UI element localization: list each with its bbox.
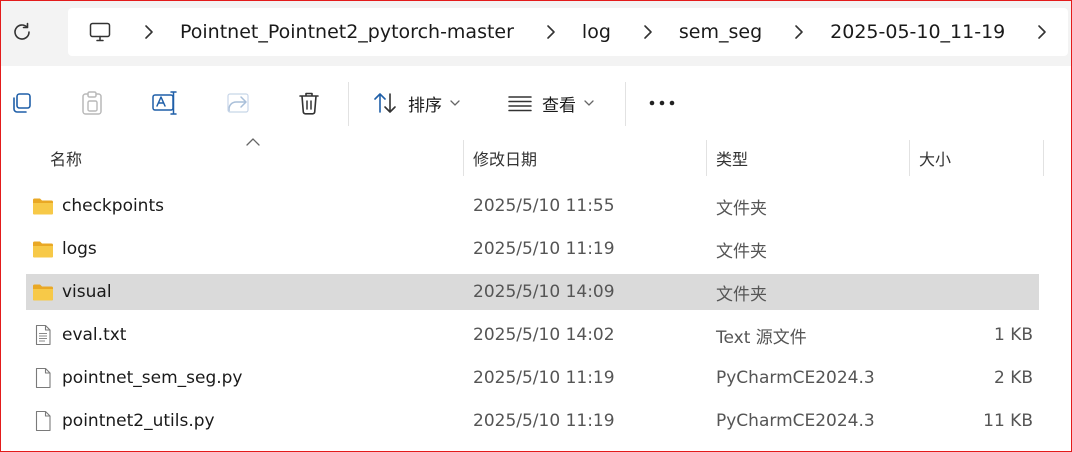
breadcrumb: Pointnet_Pointnet2_pytorch-master log se…: [88, 12, 1072, 52]
file-name: pointnet_sem_seg.py: [62, 368, 243, 388]
file-type: 文件夹: [716, 284, 767, 305]
rename-button[interactable]: [151, 88, 179, 118]
view-list-icon: [508, 96, 532, 112]
chevron-right-icon[interactable]: [639, 23, 657, 41]
folder-icon: [33, 284, 53, 301]
file-row-selected[interactable]: visual 2025/5/10 14:09 文件夹: [26, 274, 1039, 310]
file-row[interactable]: eval.txt 2025/5/10 14:02 Text 源文件 1 KB: [26, 317, 1039, 353]
file-modified: 2025/5/10 11:19: [473, 239, 615, 259]
chevron-down-icon: [450, 100, 460, 106]
column-header-name[interactable]: 名称: [50, 136, 82, 180]
view-label: 查看: [542, 95, 576, 116]
toolbar-divider: [625, 82, 626, 126]
column-header-type[interactable]: 类型: [716, 136, 748, 180]
file-size: 11 KB: [983, 411, 1033, 431]
file-modified: 2025/5/10 11:19: [473, 368, 615, 388]
chevron-right-icon[interactable]: [140, 23, 158, 41]
view-button[interactable]: 查看: [508, 88, 594, 118]
share-button[interactable]: [226, 88, 252, 118]
column-header-size[interactable]: 大小: [919, 136, 951, 180]
file-row[interactable]: checkpoints 2025/5/10 11:55 文件夹: [26, 188, 1039, 224]
column-header-modified[interactable]: 修改日期: [473, 136, 537, 180]
chevron-right-icon[interactable]: [542, 23, 560, 41]
file-type: 文件夹: [716, 241, 767, 262]
sort-label: 排序: [408, 95, 442, 116]
folder-icon: [33, 198, 53, 215]
column-divider[interactable]: [463, 140, 464, 176]
file-name: logs: [62, 239, 97, 259]
file-name: checkpoints: [62, 196, 164, 216]
breadcrumb-item[interactable]: log: [582, 21, 611, 43]
file-size: 1 KB: [993, 325, 1033, 345]
computer-icon[interactable]: [88, 20, 112, 44]
file-modified: 2025/5/10 11:55: [473, 196, 615, 216]
breadcrumb-item[interactable]: Pointnet_Pointnet2_pytorch-master: [180, 21, 514, 43]
breadcrumb-item[interactable]: sem_seg: [679, 21, 762, 43]
toolbar-divider: [348, 82, 349, 126]
paste-button[interactable]: [80, 88, 104, 118]
rename-icon: [152, 91, 177, 115]
refresh-icon[interactable]: [10, 20, 34, 44]
copy-icon: [13, 93, 31, 113]
file-name: eval.txt: [62, 325, 127, 345]
column-divider[interactable]: [909, 140, 910, 176]
file-modified: 2025/5/10 11:19: [473, 411, 615, 431]
address-bar-row: Pointnet_Pointnet2_pytorch-master log se…: [0, 0, 1072, 66]
file-icon: [35, 410, 51, 432]
file-name: visual: [62, 282, 112, 302]
column-divider[interactable]: [1043, 140, 1044, 176]
more-icon: [649, 100, 675, 106]
copy-button[interactable]: [10, 88, 34, 118]
sort-icon: [374, 93, 396, 113]
text-file-icon: [35, 324, 51, 346]
sort-button[interactable]: 排序: [372, 88, 460, 118]
trash-icon: [299, 92, 319, 115]
file-type: 文件夹: [716, 198, 767, 219]
file-modified: 2025/5/10 14:02: [473, 325, 615, 345]
delete-button[interactable]: [297, 88, 321, 118]
file-icon: [35, 367, 51, 389]
command-bar: 排序 查看: [0, 70, 1072, 136]
chevron-right-icon[interactable]: [1033, 23, 1051, 41]
paste-icon: [82, 91, 102, 115]
more-options-button[interactable]: [648, 88, 676, 118]
column-divider[interactable]: [706, 140, 707, 176]
breadcrumb-item[interactable]: 2025-05-10_11-19: [830, 21, 1005, 43]
file-row[interactable]: pointnet_sem_seg.py 2025/5/10 11:19 PyCh…: [26, 360, 1039, 396]
file-modified: 2025/5/10 14:09: [473, 282, 615, 302]
column-header-row: 名称 修改日期 类型 大小: [0, 136, 1072, 180]
file-type: PyCharmCE2024.3: [716, 368, 875, 388]
chevron-down-icon: [584, 100, 594, 106]
chevron-right-icon[interactable]: [790, 23, 808, 41]
file-size: 2 KB: [993, 368, 1033, 388]
file-row[interactable]: pointnet2_utils.py 2025/5/10 11:19 PyCha…: [26, 403, 1039, 439]
file-row[interactable]: logs 2025/5/10 11:19 文件夹: [26, 231, 1039, 267]
file-type: PyCharmCE2024.3: [716, 411, 875, 431]
share-icon: [227, 93, 249, 113]
folder-icon: [33, 241, 53, 258]
file-name: pointnet2_utils.py: [62, 411, 215, 431]
file-type: Text 源文件: [716, 327, 807, 348]
